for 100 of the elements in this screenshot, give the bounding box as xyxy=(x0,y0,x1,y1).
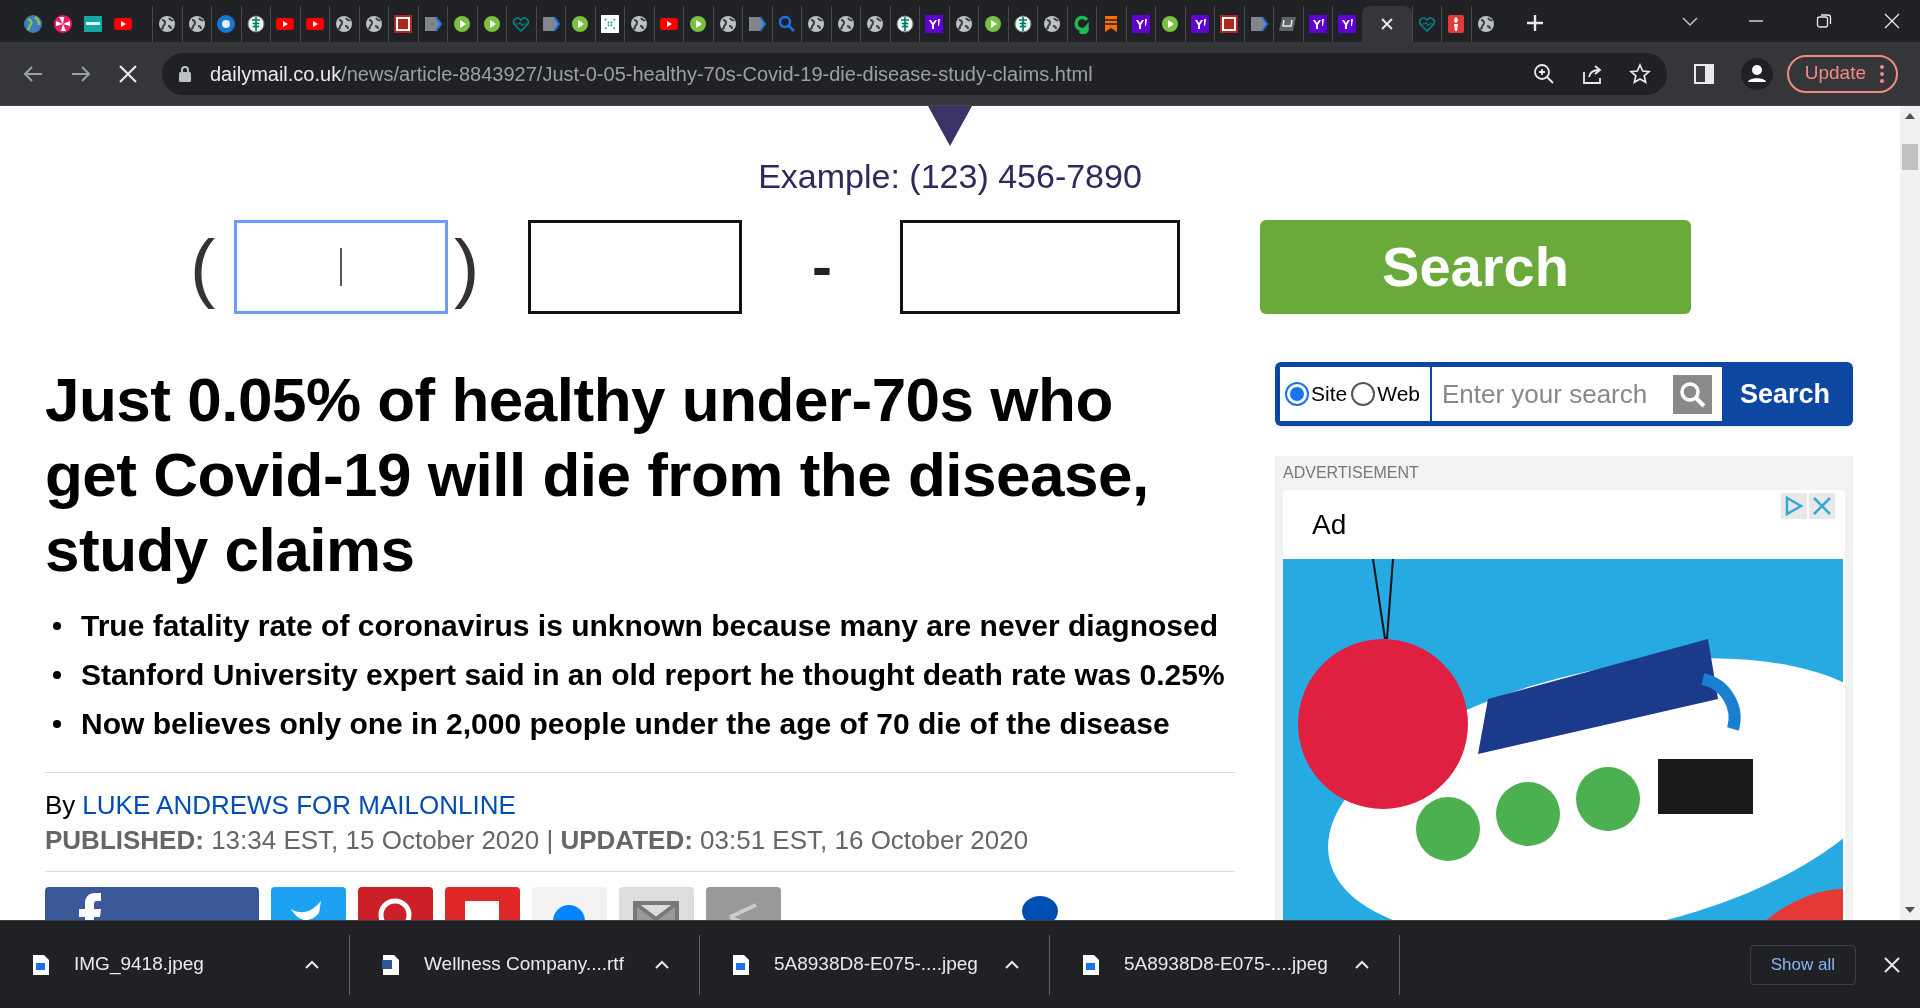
download-item[interactable]: 5A8938D8-E075-....jpeg xyxy=(1050,934,1400,995)
pin-icon xyxy=(378,898,412,920)
phone-input-field[interactable] xyxy=(528,220,742,314)
address-bar[interactable]: dailymail.co.uk/news/article-8843927/Just-0-05-healthy-70s-Covid-19-die-disease-study-claims.html xyxy=(162,52,1667,95)
image-file-icon xyxy=(732,953,750,976)
ad-text: Ad xyxy=(1312,508,1347,542)
profile-icon[interactable] xyxy=(1740,57,1773,90)
pointer-triangle xyxy=(928,106,972,146)
scroll-thumb[interactable] xyxy=(1902,144,1918,170)
update-button[interactable]: Update xyxy=(1786,54,1898,93)
article-headline: Just 0.05% of healthy under-70s who get Covid-19 will die from the disease, study claims xyxy=(45,364,1150,586)
download-item[interactable]: 5A8938D8-E075-....jpeg xyxy=(700,934,1050,995)
lock-icon xyxy=(178,64,192,83)
globe-icon xyxy=(953,14,974,34)
caduceus-icon xyxy=(1012,14,1033,34)
scroll-down-icon[interactable] xyxy=(1905,906,1915,914)
caduceus-icon xyxy=(894,14,915,34)
tile-icon xyxy=(1219,14,1240,34)
image-file-icon xyxy=(32,953,50,976)
radio-option[interactable]: Site xyxy=(1285,378,1348,410)
close-icon[interactable] xyxy=(1884,13,1900,29)
show-all-button[interactable]: Show all xyxy=(1749,944,1856,985)
new-tab-icon[interactable] xyxy=(1526,14,1544,32)
restore-icon[interactable] xyxy=(1816,13,1832,29)
caret-up-icon[interactable] xyxy=(305,960,319,969)
star-icon[interactable] xyxy=(1628,62,1651,85)
mail-icon xyxy=(633,901,679,920)
tile-icon xyxy=(1307,14,1328,34)
search-icon[interactable] xyxy=(1673,374,1712,414)
caret-up-icon[interactable] xyxy=(655,960,669,969)
search-icon xyxy=(776,14,797,34)
search-button[interactable]: Search xyxy=(1722,367,1848,421)
tile-icon xyxy=(1130,14,1151,34)
bird-icon xyxy=(291,901,321,920)
side-panel-icon[interactable] xyxy=(1692,62,1715,85)
document-icon xyxy=(382,953,400,976)
parenthesis-text: ) xyxy=(454,223,481,311)
dash-text: - xyxy=(812,232,830,302)
parenthesis-text: ( xyxy=(190,223,217,311)
globe-icon xyxy=(334,14,355,34)
globe-icon xyxy=(717,14,738,34)
heart-icon xyxy=(1416,14,1437,34)
play-icon xyxy=(570,14,591,34)
browser-tab[interactable] xyxy=(1361,6,1412,42)
globe-icon xyxy=(363,14,384,34)
tile-icon xyxy=(1189,14,1210,34)
author-link[interactable]: LUKE ANDREWS FOR MAILONLINE xyxy=(82,785,516,825)
phone-input-field[interactable] xyxy=(234,220,448,314)
zoom-icon[interactable] xyxy=(1532,62,1555,85)
tile-icon xyxy=(393,14,414,34)
play-icon xyxy=(983,14,1004,34)
dateline-text: PUBLISHED: 13:34 EST, 15 October 2020 | UPDATED: 03:51 EST, 16 October 2020 xyxy=(45,824,1030,855)
example-text: Example: (123) 456-7890 xyxy=(758,156,1142,196)
phone-input-field[interactable] xyxy=(900,220,1180,314)
more-icon xyxy=(1880,64,1884,83)
download-item[interactable]: IMG_9418.jpeg xyxy=(0,934,350,995)
play-icon xyxy=(688,14,709,34)
globe-icon xyxy=(1042,14,1063,34)
download-item[interactable]: Wellness Company....rtf xyxy=(350,934,700,995)
pinwheel-icon xyxy=(53,14,73,34)
stop-icon[interactable] xyxy=(118,63,138,84)
chevron-tile-icon xyxy=(540,14,561,34)
globe-icon xyxy=(865,14,886,34)
summary-bullet: Now believes only one in 2,000 people under the age of 70 die of the disease xyxy=(81,706,1170,742)
file-name: Wellness Company....rtf xyxy=(424,952,624,977)
globe-icon xyxy=(806,14,827,34)
close-icon[interactable] xyxy=(1884,956,1900,973)
caduceus-icon xyxy=(245,14,266,34)
play-icon xyxy=(1160,14,1181,34)
messenger-icon xyxy=(553,905,585,920)
caret-up-icon[interactable] xyxy=(1005,960,1019,969)
file-name: 5A8938D8-E075-....jpeg xyxy=(1124,952,1328,977)
summary-bullet: True fatality rate of coronavirus is unknown because many are never diagnosed xyxy=(81,608,1219,644)
torch-icon xyxy=(1446,14,1467,34)
tile-icon xyxy=(1337,14,1358,34)
globe-icon xyxy=(157,14,178,34)
advert-label: ADVERTISEMENT xyxy=(1283,463,1420,483)
summary-bullet: Stanford University expert said in an old report he thought death rate was 0.25% xyxy=(81,657,1225,693)
caret-up-icon[interactable] xyxy=(1355,960,1369,969)
chevron-tile-icon xyxy=(1248,14,1269,34)
close-icon[interactable] xyxy=(1379,17,1394,31)
globe-icon xyxy=(186,14,207,34)
facebook-icon xyxy=(79,893,101,920)
play-icon xyxy=(452,14,473,34)
heart-icon xyxy=(511,14,532,34)
badge-icon xyxy=(216,14,237,34)
scroll-up-icon[interactable] xyxy=(1905,112,1915,120)
search-box[interactable]: Site Web Enter your search xyxy=(1280,367,1722,421)
play-icon xyxy=(481,14,502,34)
tile-icon xyxy=(1278,14,1299,34)
pattern-icon xyxy=(599,14,620,34)
globe-icon xyxy=(629,14,650,34)
chevron-tile-icon xyxy=(747,14,768,34)
earth-icon xyxy=(23,14,43,34)
image-file-icon xyxy=(1082,953,1100,976)
url-text: dailymail.co.uk/news/article-8843927/Just-0-05-healthy-70s-Covid-19-die-disease-study-claims.html xyxy=(210,61,1093,87)
globe-icon xyxy=(835,14,856,34)
scrollbar[interactable] xyxy=(1900,106,1920,920)
radio-option[interactable]: Web xyxy=(1351,378,1420,410)
swirl-icon xyxy=(1071,14,1092,34)
